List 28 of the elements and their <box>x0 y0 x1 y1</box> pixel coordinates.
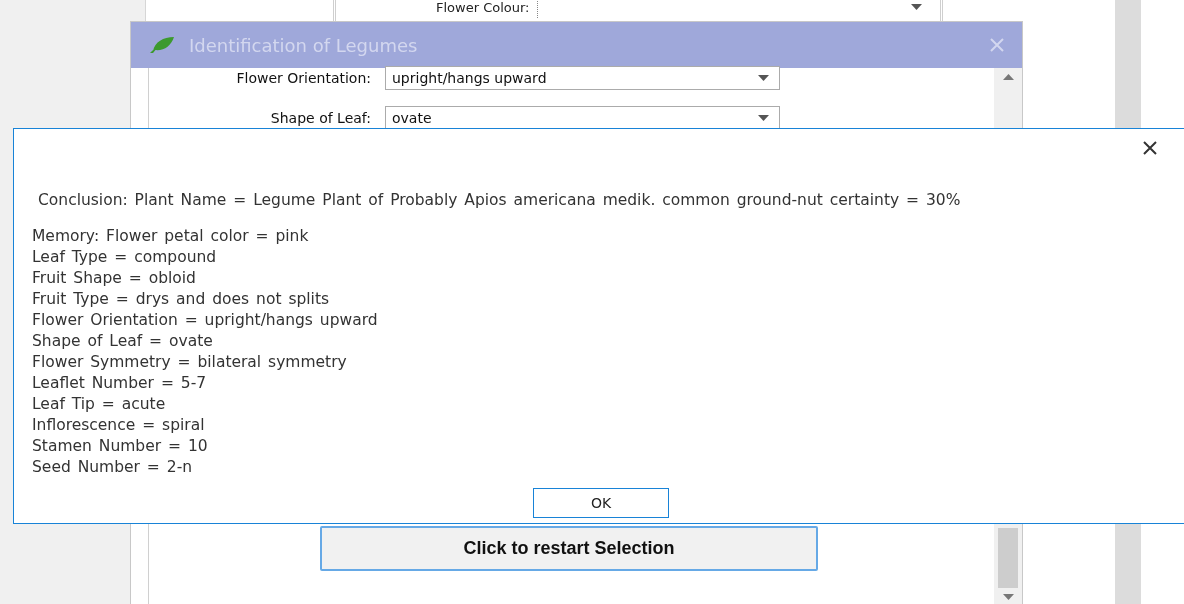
dropdown-field[interactable]: ovate <box>385 106 780 130</box>
scrollbar-thumb[interactable] <box>998 528 1018 588</box>
dropdown-arrow-icon <box>911 4 922 10</box>
memory-line: Flower Symmetry = bilateral symmetry <box>32 352 347 373</box>
memory-line: Shape of Leaf = ovate <box>32 331 213 352</box>
field-label: Flower Colour: <box>436 0 530 15</box>
memory-line: Fruit Shape = obloid <box>32 268 196 289</box>
memory-line: Inflorescence = spiral <box>32 415 205 436</box>
memory-line: Stamen Number = 10 <box>32 436 208 457</box>
restart-button[interactable]: Click to restart Selection <box>320 526 818 571</box>
dropdown-field[interactable]: upright/hangs upward <box>385 66 780 90</box>
field-label: Shape of Leaf: <box>269 110 372 126</box>
conclusion-text: Conclusion: Plant Name = Legume Plant of Probably Apios americana medik. common ground-nut certainty = 30% <box>38 191 962 209</box>
memory-line: Flower Orientation = upright/hangs upward <box>32 310 378 331</box>
memory-line: Leaflet Number = 5-7 <box>32 373 207 394</box>
memory-line: Fruit Type = drys and does not splits <box>32 289 330 310</box>
dropdown-arrow-icon <box>758 75 769 81</box>
close-icon[interactable] <box>1143 141 1157 155</box>
leaf-icon <box>149 36 175 54</box>
memory-line: Leaf Type = compound <box>32 247 217 268</box>
memory-line: Seed Number = 2-n <box>32 457 193 478</box>
field-label: Flower Orientation: <box>235 70 372 86</box>
memory-line: Memory: Flower petal color = pink <box>32 226 309 247</box>
dropdown-arrow-icon <box>758 115 769 121</box>
memory-line: Leaf Tip = acute <box>32 394 166 415</box>
ok-button[interactable]: OK <box>533 488 669 518</box>
scroll-down-icon <box>1002 594 1014 600</box>
scroll-up-icon <box>1002 74 1014 80</box>
